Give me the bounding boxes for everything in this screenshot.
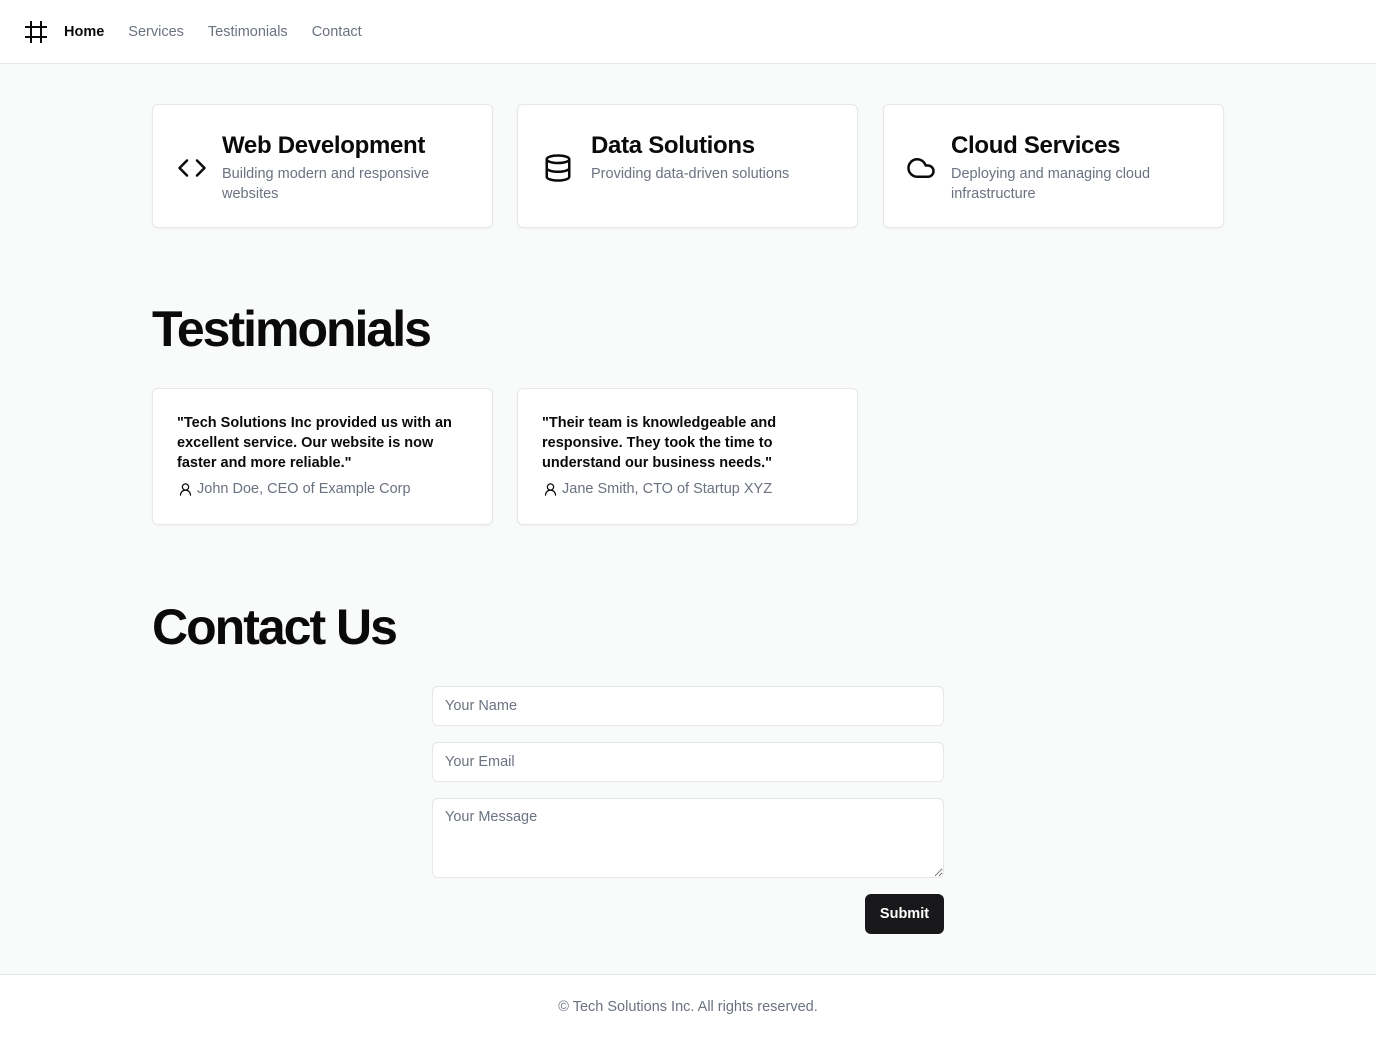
code-icon bbox=[177, 153, 207, 183]
testimonial-card: "Their team is knowledgeable and respons… bbox=[517, 388, 858, 525]
name-input[interactable] bbox=[432, 686, 944, 726]
contact-heading: Contact Us bbox=[152, 599, 398, 655]
service-description: Building modern and responsive websites bbox=[222, 166, 430, 202]
service-description: Deploying and managing cloud infrastruct… bbox=[951, 166, 1151, 202]
cloud-icon bbox=[906, 153, 936, 183]
site-footer: © Tech Solutions Inc. All rights reserve… bbox=[0, 974, 1376, 1038]
service-description: Providing data-driven solutions bbox=[591, 166, 790, 182]
service-card-web-development: Web Development Building modern and resp… bbox=[152, 104, 493, 228]
testimonial-quote: "Tech Solutions Inc provided us with an … bbox=[177, 415, 452, 471]
user-icon bbox=[542, 481, 558, 497]
hash-icon[interactable] bbox=[24, 20, 48, 44]
nav-home[interactable]: Home bbox=[64, 24, 104, 40]
testimonial-author: John Doe, CEO of Example Corp bbox=[177, 481, 468, 497]
testimonial-author-name: Jane Smith, CTO of Startup XYZ bbox=[562, 481, 773, 497]
user-icon bbox=[177, 481, 193, 497]
nav-contact[interactable]: Contact bbox=[312, 24, 362, 40]
submit-button[interactable]: Submit bbox=[865, 894, 944, 934]
email-input[interactable] bbox=[432, 742, 944, 782]
service-card-data-solutions: Data Solutions Providing data-driven sol… bbox=[517, 104, 858, 228]
service-title: Web Development bbox=[222, 132, 426, 159]
testimonial-card: "Tech Solutions Inc provided us with an … bbox=[152, 388, 493, 525]
database-icon bbox=[543, 153, 573, 183]
testimonial-quote: "Their team is knowledgeable and respons… bbox=[542, 415, 777, 471]
nav-services[interactable]: Services bbox=[128, 24, 184, 40]
copyright-text: © Tech Solutions Inc. All rights reserve… bbox=[558, 998, 818, 1015]
testimonial-author-name: John Doe, CEO of Example Corp bbox=[197, 481, 411, 497]
service-title: Data Solutions bbox=[591, 132, 755, 159]
message-textarea[interactable] bbox=[432, 798, 944, 878]
site-header: Home Services Testimonials Contact bbox=[0, 0, 1376, 64]
testimonials-heading: Testimonials bbox=[152, 301, 432, 357]
service-title: Cloud Services bbox=[951, 132, 1121, 159]
service-card-cloud-services: Cloud Services Deploying and managing cl… bbox=[883, 104, 1224, 228]
testimonial-author: Jane Smith, CTO of Startup XYZ bbox=[542, 481, 833, 497]
nav-testimonials[interactable]: Testimonials bbox=[208, 24, 288, 40]
